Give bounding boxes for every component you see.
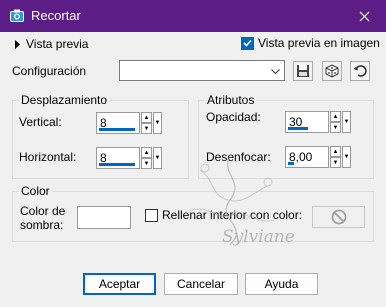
ok-button[interactable]: Aceptar [83,273,156,295]
opacity-down-arrow[interactable]: ▼ [330,122,341,133]
dice-icon [325,64,339,78]
opacity-field[interactable]: 30 [285,111,329,133]
opacity-spinner[interactable]: 30 ▲ ▼ ▼ [285,111,355,133]
shadow-color-label-line1: Color de [20,204,66,218]
vertical-up-arrow[interactable]: ▲ [141,112,152,123]
horizontal-down-arrow[interactable]: ▼ [141,158,152,169]
vertical-label: Vertical: [19,115,62,129]
no-color-icon [331,209,346,225]
fill-interior-checkbox[interactable] [145,208,158,222]
horizontal-slider-bar[interactable] [99,163,135,166]
reset-arrow-icon [353,65,367,77]
shadow-color-swatch[interactable] [77,206,131,229]
blur-dropdown-arrow[interactable]: ▼ [342,146,351,168]
vertical-down-arrow[interactable]: ▼ [141,123,152,134]
config-select[interactable] [119,60,285,81]
opacity-label: Opacidad: [206,110,261,124]
preview-toggle[interactable]: Vista previa [14,37,88,51]
triangle-right-icon [15,39,20,49]
horizontal-up-arrow[interactable]: ▲ [141,147,152,158]
shadow-color-label: Color de sombra: [20,204,65,232]
blur-up-arrow[interactable]: ▲ [330,146,341,157]
fill-color-swatch[interactable] [312,206,365,228]
config-label: Configuración [12,64,87,78]
opacity-up-arrow[interactable]: ▲ [330,111,341,122]
chevron-down-icon [271,69,280,74]
vertical-spinner[interactable]: 8 ▲ ▼ ▼ [96,112,166,134]
live-preview-checkbox[interactable] [241,36,254,50]
save-preset-button[interactable] [293,61,313,81]
horizontal-spinner[interactable]: 8 ▲ ▼ ▼ [96,147,166,169]
horizontal-label: Horizontal: [19,150,77,164]
offset-group-title: Desplazamiento [19,93,110,107]
floppy-disk-icon [297,65,309,77]
live-preview-label: Vista previa en imagen [258,36,380,50]
shadow-color-label-line2: sombra: [20,218,64,232]
reset-button[interactable] [350,61,370,81]
color-group-title: Color [19,184,52,198]
attributes-group-title: Atributos [205,93,257,107]
watermark-text: Sylviane [222,227,295,247]
opacity-slider-bar[interactable] [288,127,308,130]
live-preview-checkbox-row[interactable]: Vista previa en imagen [241,36,380,50]
window-title: Recortar [31,8,81,23]
random-preset-button[interactable] [322,61,342,81]
vertical-dropdown-arrow[interactable]: ▼ [153,112,162,134]
camera-icon [10,9,24,22]
checkmark-icon [243,39,252,47]
vertical-slider-bar[interactable] [99,128,135,131]
blur-down-arrow[interactable]: ▼ [330,157,341,168]
horizontal-field[interactable]: 8 [96,147,140,169]
cancel-button[interactable]: Cancelar [164,273,238,295]
close-icon [359,11,369,21]
title-bar: Recortar [0,0,386,32]
help-button[interactable]: Ayuda [245,273,318,295]
opacity-dropdown-arrow[interactable]: ▼ [342,111,351,133]
preview-toggle-label: Vista previa [26,37,89,51]
vertical-field[interactable]: 8 [96,112,140,134]
watermark-logo: Sylviane [189,154,295,247]
close-button[interactable] [342,0,386,32]
